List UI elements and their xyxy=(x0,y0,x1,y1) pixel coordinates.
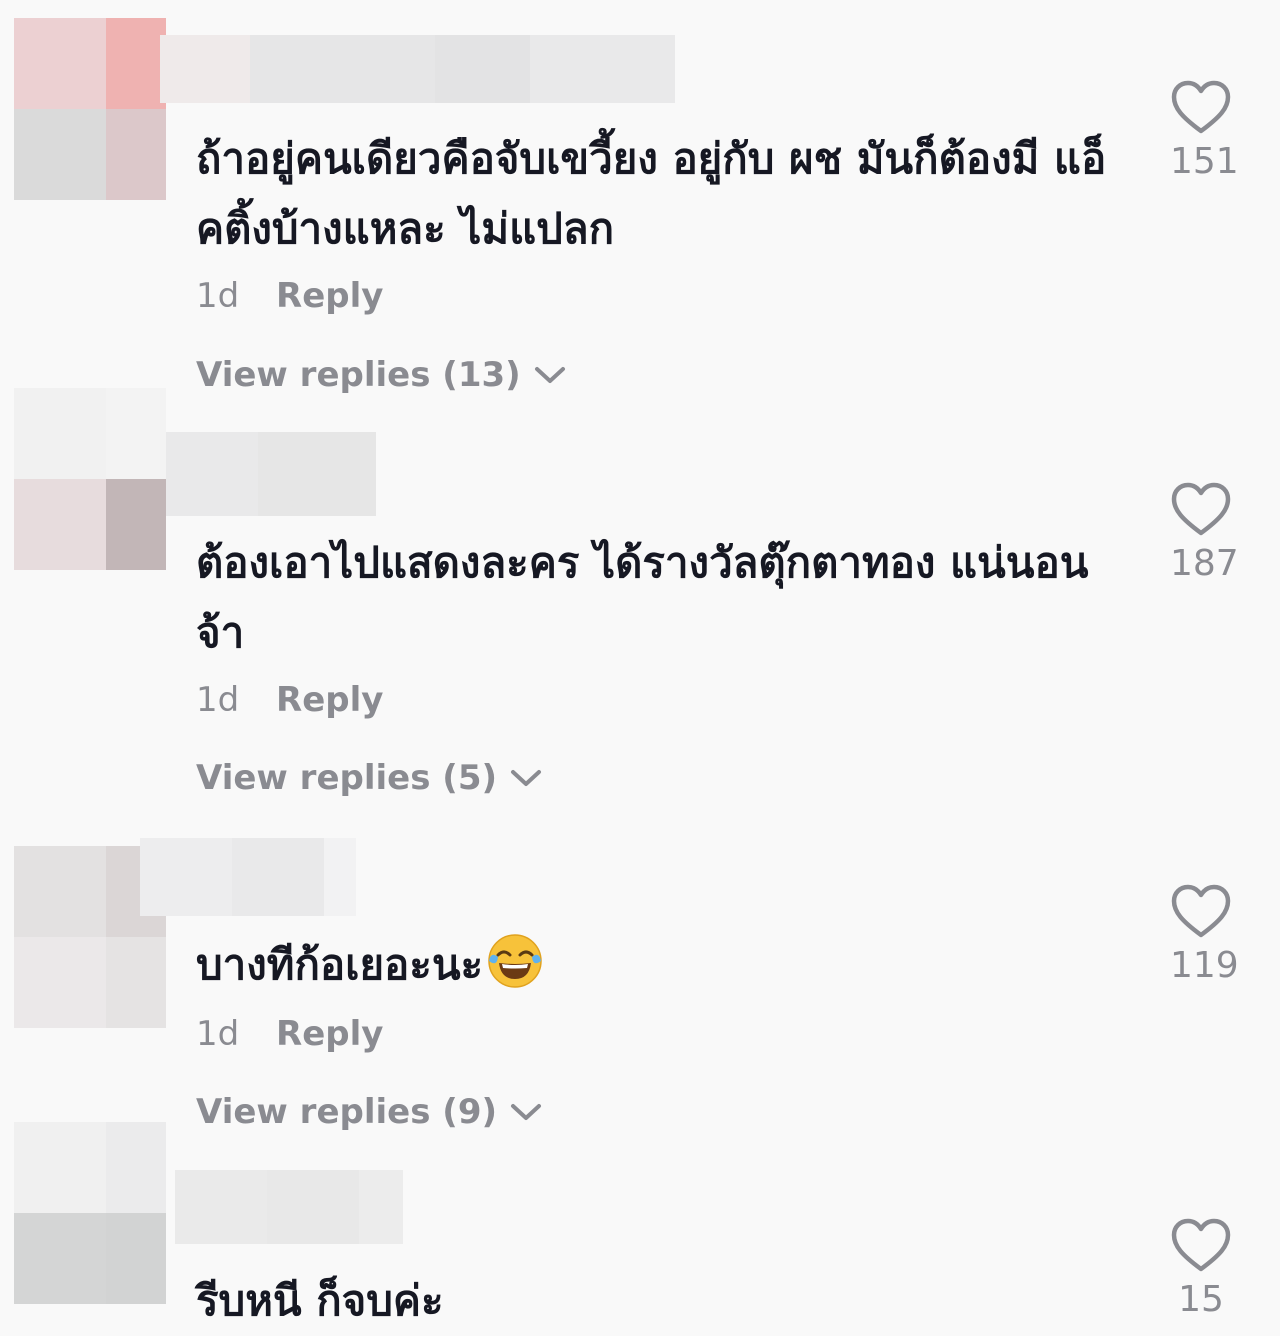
comment-meta: 1d Reply xyxy=(196,680,383,720)
comment-time: 1d xyxy=(196,680,240,720)
avatar[interactable] xyxy=(14,388,166,570)
username[interactable] xyxy=(140,838,356,916)
heart-icon xyxy=(1171,482,1231,536)
reply-button[interactable]: Reply xyxy=(276,680,383,720)
comment-text-content: บางทีก้อเยอะนะ xyxy=(196,940,484,989)
chevron-down-icon xyxy=(511,1104,542,1120)
like-button[interactable]: 151 xyxy=(1170,80,1239,184)
like-count: 15 xyxy=(1178,1279,1224,1320)
like-count: 151 xyxy=(1170,141,1239,182)
avatar[interactable] xyxy=(14,1122,166,1304)
heart-icon xyxy=(1171,80,1231,134)
comment-text: ถ้าอยู่คนเดียวคือจับเขวี้ยง อยู่กับ ผช ม… xyxy=(196,134,1107,253)
comment-text: บางทีก้อเยอะนะ xyxy=(196,930,1126,1000)
like-count: 187 xyxy=(1170,543,1239,584)
like-button[interactable]: 15 xyxy=(1170,1218,1232,1322)
comment-text: รีบหนี ก็จบค่ะ xyxy=(196,1276,444,1325)
chevron-down-icon xyxy=(511,770,542,786)
comment-time: 1d xyxy=(196,1014,240,1054)
view-replies-button[interactable]: View replies (13) xyxy=(196,355,567,395)
comment-time: 1d xyxy=(196,276,240,316)
avatar[interactable] xyxy=(14,18,166,200)
like-count: 119 xyxy=(1170,945,1239,986)
view-replies-button[interactable]: View replies (5) xyxy=(196,758,543,798)
reply-button[interactable]: Reply xyxy=(276,276,383,316)
heart-icon xyxy=(1171,1218,1231,1272)
view-replies-label: View replies (5) xyxy=(196,758,498,798)
username[interactable] xyxy=(175,1170,403,1244)
comment-meta: 1d Reply xyxy=(196,1014,383,1054)
username[interactable] xyxy=(160,35,675,103)
comment-text: ต้องเอาไปแสดงละคร ได้รางวัลตุ๊กตาทอง แน่… xyxy=(196,538,1089,657)
heart-icon xyxy=(1171,884,1231,938)
reply-button[interactable]: Reply xyxy=(276,1014,383,1054)
tears-of-joy-emoji-icon xyxy=(488,934,542,988)
chevron-down-icon xyxy=(534,367,565,383)
username[interactable] xyxy=(166,432,376,516)
view-replies-button[interactable]: View replies (9) xyxy=(196,1092,543,1132)
view-replies-label: View replies (9) xyxy=(196,1092,498,1132)
like-button[interactable]: 119 xyxy=(1170,884,1239,988)
view-replies-label: View replies (13) xyxy=(196,355,521,395)
comment-meta: 1d Reply xyxy=(196,276,383,316)
like-button[interactable]: 187 xyxy=(1170,482,1239,586)
